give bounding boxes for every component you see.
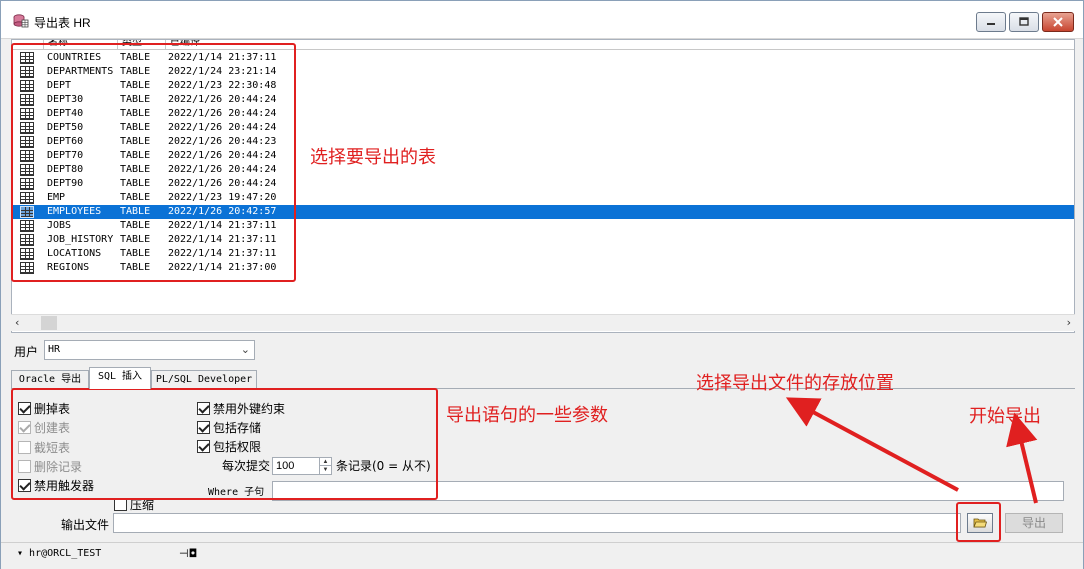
scroll-right-icon[interactable]: › (1067, 316, 1071, 329)
annotation-export-params: 导出语句的一些参数 (446, 405, 608, 426)
restore-icon (1019, 17, 1029, 26)
minimize-icon (987, 23, 995, 25)
annotation-box-tables (11, 43, 296, 282)
annotation-box-browse (956, 502, 1001, 542)
horizontal-scrollbar[interactable]: ‹ › (11, 314, 1075, 331)
scroll-left-icon[interactable]: ‹ (15, 316, 19, 329)
status-bar: ▾ hr@ORCL_TEST ⊣◘ (1, 542, 1083, 569)
title-bar: 导出表 HR (1, 1, 1083, 39)
annotation-select-tables: 选择要导出的表 (310, 147, 436, 168)
close-button[interactable] (1042, 12, 1074, 32)
user-select-value: HR (48, 344, 61, 355)
export-button[interactable]: 导出 (1005, 513, 1063, 533)
tab-plsql-developer[interactable]: PL/SQL Developer (151, 370, 257, 389)
user-label: 用户 (14, 345, 39, 359)
output-file-input[interactable] (113, 513, 961, 533)
connection-status[interactable]: ▾ hr@ORCL_TEST (17, 548, 101, 559)
tab-sql-insert[interactable]: SQL 插入 (89, 367, 151, 389)
user-select[interactable]: HR ⌄ (44, 340, 255, 360)
pin-icon[interactable]: ⊣◘ (179, 547, 197, 560)
annotation-box-params (11, 388, 438, 500)
maximize-button[interactable] (1009, 12, 1039, 32)
close-icon (1053, 17, 1063, 27)
scroll-thumb[interactable] (41, 316, 57, 330)
tab-oracle-export[interactable]: Oracle 导出 (11, 370, 89, 389)
window-title: 导出表 HR (34, 16, 91, 30)
annotation-choose-location: 选择导出文件的存放位置 (696, 373, 894, 394)
output-file-label: 输出文件 (61, 518, 110, 532)
minimize-button[interactable] (976, 12, 1006, 32)
connection-name: hr@ORCL_TEST (29, 548, 102, 559)
database-tables-icon (13, 14, 29, 28)
chevron-down-icon: ⌄ (240, 343, 250, 356)
annotation-start-export: 开始导出 (969, 406, 1041, 427)
